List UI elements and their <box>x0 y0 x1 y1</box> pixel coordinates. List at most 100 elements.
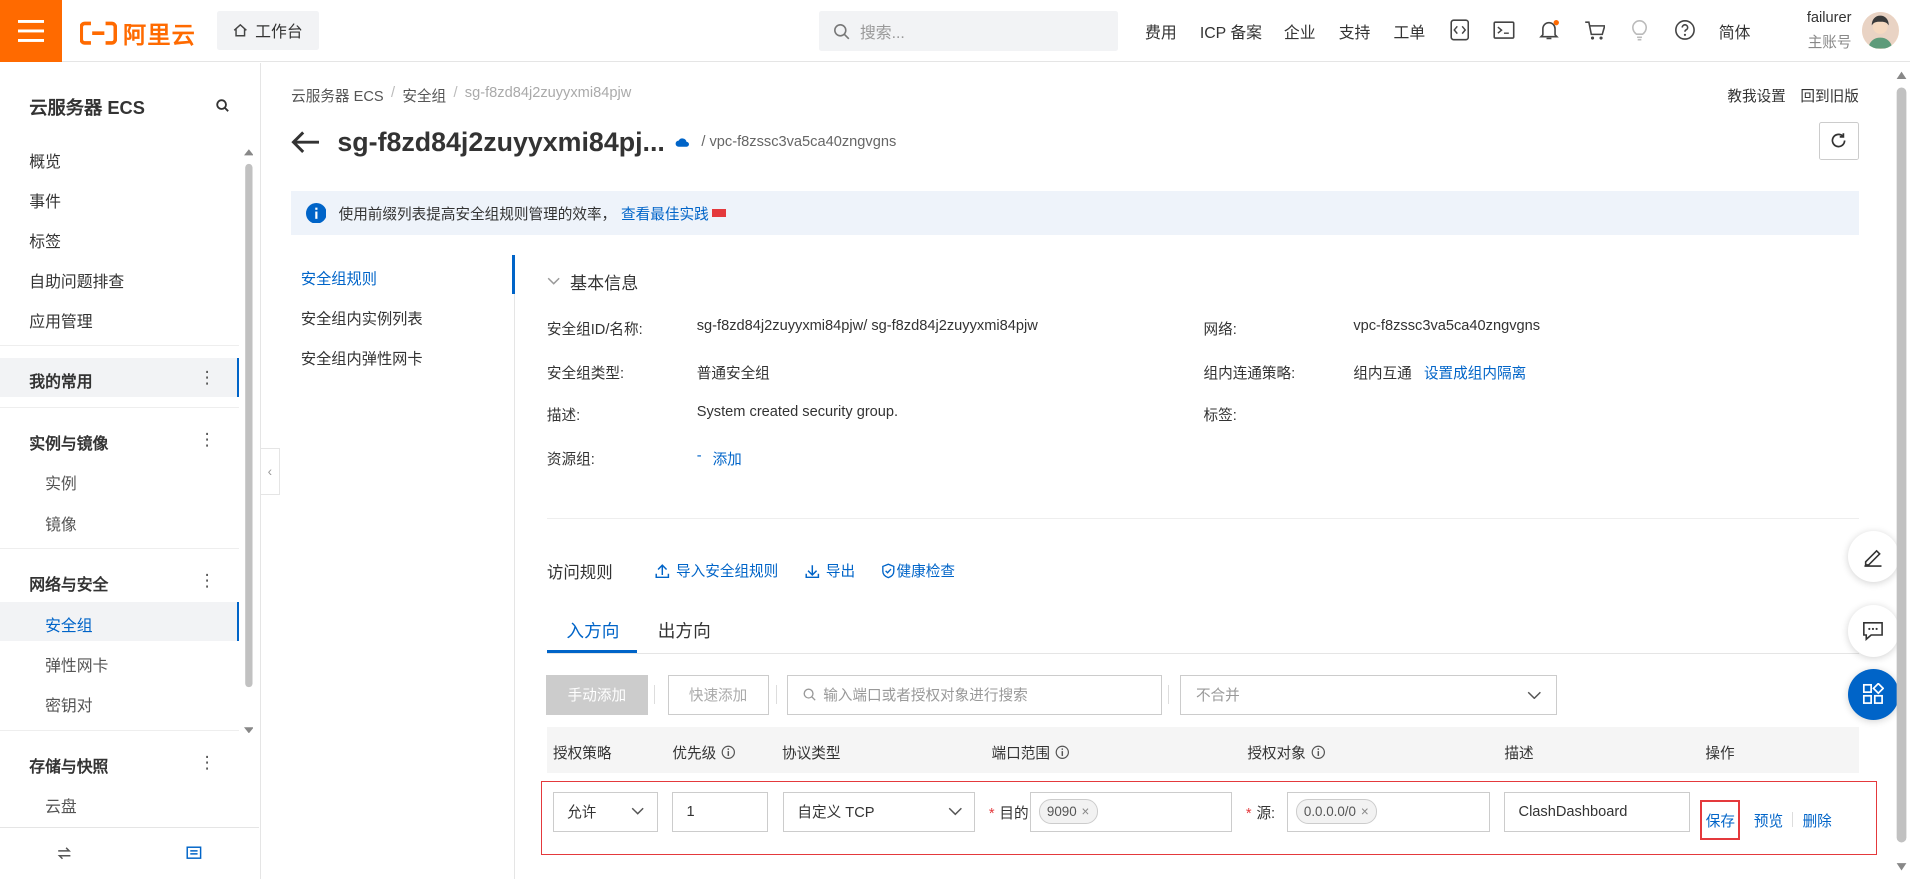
refresh-button[interactable] <box>1818 121 1859 160</box>
protocol-select[interactable]: 自定义 TCP <box>783 791 976 832</box>
policy-select[interactable]: 允许 <box>552 791 658 832</box>
sidebar-group-instances[interactable]: 实例与镜像 <box>29 431 108 454</box>
export-button[interactable]: 导出 <box>805 560 855 581</box>
topnav-icp-label: ICP 备案 <box>1199 24 1262 42</box>
chat-button[interactable] <box>1847 605 1900 657</box>
sidebar-item-overview[interactable]: 概览 <box>29 149 61 172</box>
download-icon <box>805 564 820 578</box>
logo-text: 阿里云 <box>123 21 197 48</box>
breadcrumb-ecs[interactable]: 云服务器 ECS <box>291 85 384 106</box>
merge-select[interactable]: 不合并 <box>1180 674 1557 715</box>
sidebar-group-network[interactable]: 网络与安全 <box>29 572 108 595</box>
port-range-input[interactable]: 9090 × <box>1030 791 1233 832</box>
sidebar-item-disk[interactable]: 云盘 <box>45 794 77 817</box>
tab-instances[interactable]: 安全组内实例列表 <box>301 307 423 329</box>
toolbar-separator <box>654 684 656 705</box>
swap-icon[interactable] <box>57 846 72 861</box>
rule-search-input[interactable]: 输入端口或者授权对象进行搜索 <box>786 674 1163 715</box>
more-icon[interactable]: ⋮ <box>199 753 216 773</box>
code-icon[interactable] <box>1446 17 1473 44</box>
sidebar-item-security-group[interactable]: 安全组 <box>45 613 93 636</box>
sidebar-item-apps[interactable]: 应用管理 <box>29 309 92 332</box>
help-link[interactable]: 教我设置 <box>1727 85 1785 106</box>
new-badge-icon <box>712 208 726 218</box>
sidebar-item-keypair[interactable]: 密钥对 <box>45 693 93 716</box>
info-circle-icon[interactable] <box>1055 745 1070 760</box>
save-label: 保存 <box>1705 813 1735 830</box>
description-value: ClashDashboard <box>1518 803 1628 820</box>
terminal-icon[interactable] <box>1491 17 1518 44</box>
search-input[interactable]: 搜索... <box>818 10 1119 52</box>
col-priority-label: 优先级 <box>672 745 717 762</box>
description-input[interactable]: ClashDashboard <box>1504 791 1691 832</box>
menu-icon[interactable] <box>0 0 63 63</box>
user-role: 主账号 <box>1807 34 1852 51</box>
policy-value: 组内互通 <box>1353 365 1412 382</box>
source-input[interactable]: 0.0.0.0/0 × <box>1287 791 1490 832</box>
sidebar-item-tags[interactable]: 标签 <box>29 229 61 252</box>
set-isolation-link[interactable]: 设置成组内隔离 <box>1424 362 1526 383</box>
sidebar-item-instance[interactable]: 实例 <box>45 471 77 494</box>
sidebar-item-events[interactable]: 事件 <box>29 189 61 212</box>
help-icon[interactable] <box>1671 17 1698 44</box>
tab-enis[interactable]: 安全组内弹性网卡 <box>301 347 423 369</box>
breadcrumb-security-group[interactable]: 安全组 <box>402 85 446 106</box>
sidebar-scrollbar[interactable] <box>243 148 254 734</box>
avatar[interactable] <box>1862 12 1900 49</box>
topnav-fee[interactable]: 费用 <box>1145 0 1177 62</box>
topnav-support-label: 支持 <box>1338 24 1371 42</box>
more-icon[interactable]: ⋮ <box>199 571 216 591</box>
sidebar-item-troubleshoot[interactable]: 自助问题排查 <box>29 269 124 292</box>
sidebar-search-icon[interactable] <box>215 98 229 112</box>
preview-button[interactable]: 预览 <box>1754 810 1783 831</box>
policy-label: 组内连通策略: <box>1203 365 1296 382</box>
save-button[interactable]: 保存 <box>1700 800 1741 841</box>
basic-info-header[interactable]: 基本信息 <box>547 269 638 294</box>
lightbulb-icon[interactable] <box>1626 17 1653 44</box>
sidebar-group-favorites[interactable]: 我的常用 <box>29 369 92 392</box>
title-row: sg-f8zd84j2zuyyxmi84pj... / vpc-f8zssc3v… <box>291 127 896 158</box>
top-bar: 阿里云 工作台 搜索... 费用 ICP 备案 企业 支持 工单 简体 fail… <box>0 0 1910 63</box>
apps-grid-button[interactable] <box>1847 668 1900 720</box>
user-menu[interactable]: failurer 主账号 <box>1798 10 1852 52</box>
user-name: failurer <box>1806 9 1852 26</box>
close-icon[interactable]: × <box>1361 804 1369 819</box>
sidebar-item-eni[interactable]: 弹性网卡 <box>45 653 108 676</box>
workbench-button[interactable]: 工作台 <box>216 10 320 50</box>
topnav-support[interactable]: 支持 <box>1339 0 1371 62</box>
info-circle-icon[interactable] <box>1311 745 1326 760</box>
sidebar-group-storage[interactable]: 存储与快照 <box>29 754 108 777</box>
tab-outbound[interactable]: 出方向 <box>658 618 711 643</box>
rule-edit-row: 允许 1 自定义 TCP *目的: 9090 × *源: 0.0.0.0/0 <box>540 780 1878 856</box>
add-resource-group-link[interactable]: 添加 <box>713 448 742 469</box>
topnav-ticket[interactable]: 工单 <box>1394 0 1426 62</box>
topnav-enterprise[interactable]: 企业 <box>1284 0 1316 62</box>
aliyun-logo[interactable]: 阿里云 <box>80 16 196 50</box>
more-icon[interactable]: ⋮ <box>199 430 216 450</box>
priority-input[interactable]: 1 <box>672 791 769 832</box>
language-switch[interactable]: 简体 <box>1719 0 1751 62</box>
import-rules-button[interactable]: 导入安全组规则 <box>655 560 778 581</box>
bell-icon[interactable] <box>1536 17 1563 44</box>
health-check-button[interactable]: 健康检查 <box>881 560 955 581</box>
cart-icon[interactable] <box>1581 17 1608 44</box>
desc-label: 描述: <box>546 408 581 425</box>
export-label: 导出 <box>825 564 856 581</box>
feedback-edit-button[interactable] <box>1847 531 1900 583</box>
tab-inbound[interactable]: 入方向 <box>566 618 619 643</box>
info-circle-icon[interactable] <box>721 745 736 760</box>
best-practice-link[interactable]: 查看最佳实践 <box>621 203 709 224</box>
old-version-link[interactable]: 回到旧版 <box>1800 85 1858 106</box>
delete-button[interactable]: 删除 <box>1803 810 1832 831</box>
back-arrow-icon[interactable] <box>291 130 320 154</box>
manual-add-button[interactable]: 手动添加 <box>545 674 649 715</box>
close-icon[interactable]: × <box>1082 804 1090 819</box>
sidebar-item-image[interactable]: 镜像 <box>45 512 77 535</box>
topnav-icp[interactable]: ICP 备案 <box>1200 0 1262 62</box>
quick-add-button[interactable]: 快速添加 <box>667 674 769 715</box>
tab-rules[interactable]: 安全组规则 <box>301 267 377 289</box>
network-label: 网络: <box>1203 321 1237 338</box>
more-icon[interactable]: ⋮ <box>199 368 216 388</box>
main-scrollbar[interactable] <box>1893 63 1910 879</box>
list-icon[interactable] <box>186 846 202 861</box>
